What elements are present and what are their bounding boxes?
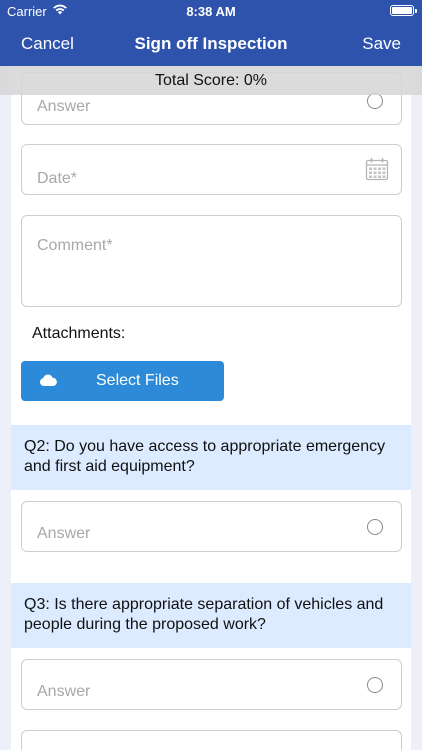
total-score-banner: Total Score: 0% [0,66,422,95]
page-title: Sign off Inspection [134,34,288,53]
select-files-button[interactable]: Select Files [21,361,224,401]
q3-answer-radio-icon[interactable] [367,677,383,693]
comment-placeholder: Comment* [37,237,113,254]
calendar-icon[interactable] [365,157,389,181]
q3-answer-placeholder: Answer [37,683,91,700]
left-gutter [0,66,11,750]
status-time: 8:38 AM [186,4,236,19]
status-bar: Carrier 8:38 AM [0,0,422,22]
save-button[interactable]: Save [362,34,401,54]
nav-bar: Cancel Sign off Inspection Save [0,22,422,66]
q3-answer-field[interactable]: Answer [21,659,402,710]
next-field[interactable] [21,730,402,750]
cloud-icon [39,374,57,386]
q2-answer-field[interactable]: Answer [21,501,402,552]
q2-answer-radio-icon[interactable] [367,519,383,535]
question-q2: Q2: Do you have access to appropriate em… [11,425,411,490]
battery-icon [390,5,417,16]
attachments-label: Attachments: [32,325,126,342]
question-q3: Q3: Is there appropriate separation of v… [11,583,411,648]
q2-answer-placeholder: Answer [37,525,91,542]
q1-answer-placeholder: Answer [37,98,91,115]
right-gutter [411,66,422,750]
select-files-label: Select Files [96,372,179,389]
q1-answer-radio-icon[interactable] [367,93,383,109]
date-field[interactable]: Date* [21,144,402,195]
top-bar: Carrier 8:38 AM Cancel Sign off Inspecti… [0,0,422,66]
date-placeholder: Date* [37,170,78,187]
comment-field[interactable]: Comment* [21,215,402,307]
